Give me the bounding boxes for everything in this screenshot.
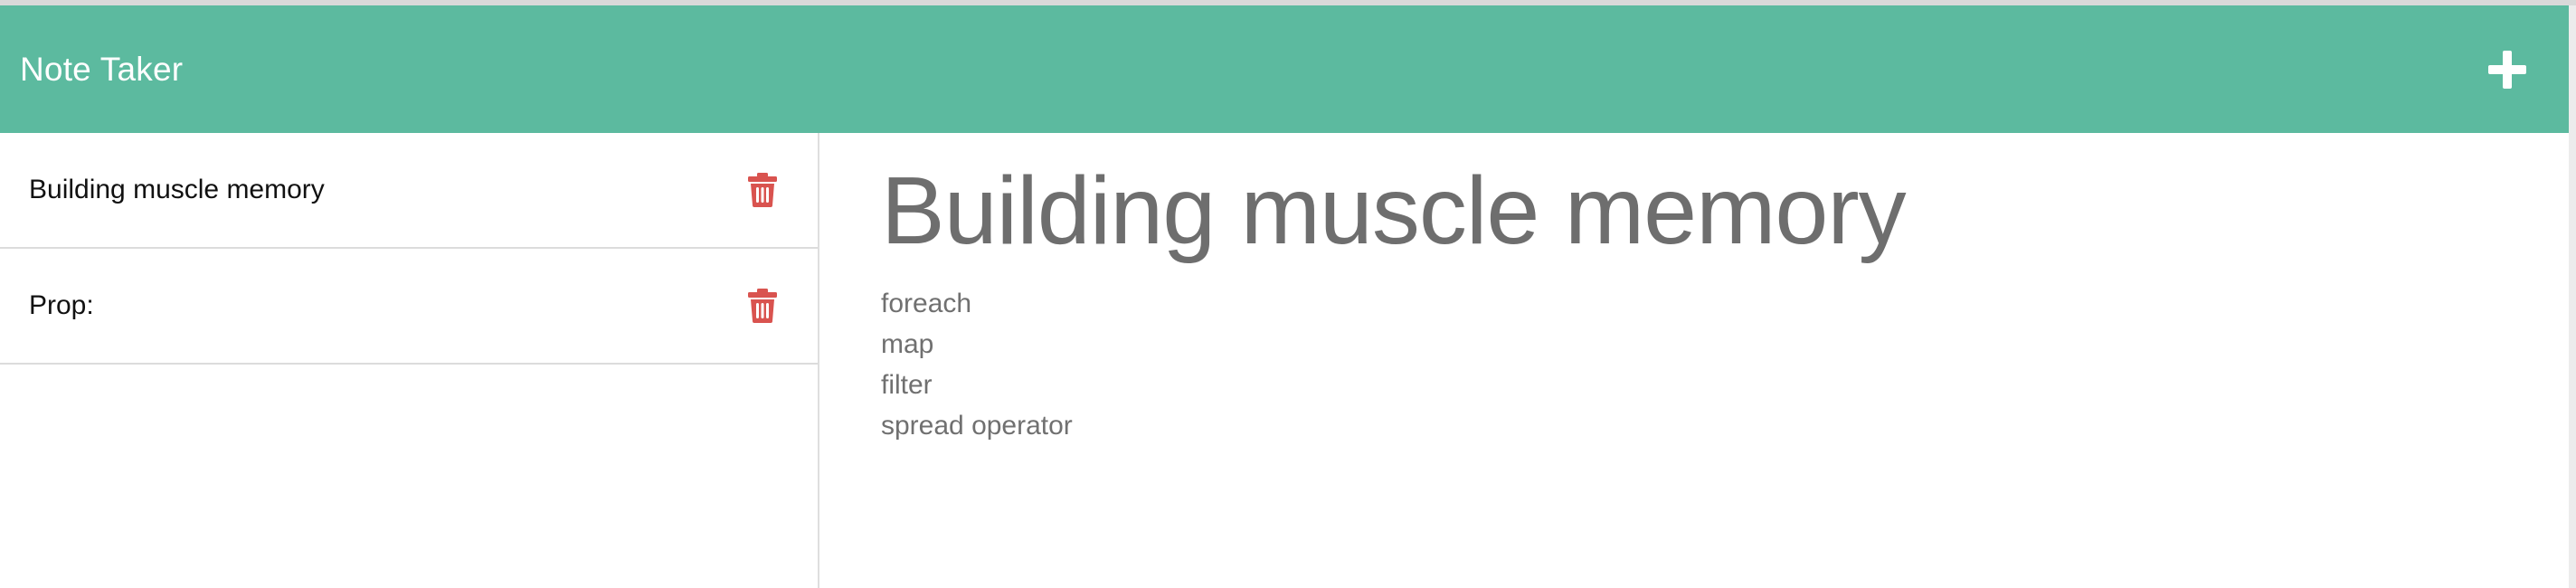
note-item-title: Prop: — [29, 290, 94, 320]
note-list-item[interactable]: Building muscle memory — [0, 133, 818, 249]
note-list-sidebar: Building muscle memory Prop: — [0, 133, 819, 588]
note-body-line: filter — [881, 370, 933, 400]
app-title[interactable]: Note Taker — [0, 51, 183, 89]
note-body-line: spread operator — [881, 411, 1073, 441]
note-editor: Building muscle memory foreach map filte… — [821, 133, 2569, 588]
navbar: Note Taker — [0, 5, 2569, 133]
note-list-item[interactable]: Prop: — [0, 249, 818, 365]
note-list: Building muscle memory Prop: — [0, 133, 818, 365]
delete-note-button[interactable] — [742, 167, 783, 213]
note-title-field[interactable]: Building muscle memory — [881, 156, 2569, 270]
new-note-button[interactable] — [2464, 26, 2551, 113]
trash-icon — [748, 173, 777, 207]
trash-icon — [748, 289, 777, 323]
note-taker-app: Note Taker Building muscle memory Prop: … — [0, 0, 2576, 588]
note-body-line: foreach — [881, 289, 972, 318]
note-body-line: map — [881, 329, 934, 359]
note-body-field[interactable]: foreach map filter spread operator — [881, 283, 2569, 446]
scrollbar-track — [2569, 5, 2576, 588]
plus-icon — [2488, 50, 2526, 89]
note-item-title: Building muscle memory — [29, 175, 325, 204]
delete-note-button[interactable] — [742, 283, 783, 328]
